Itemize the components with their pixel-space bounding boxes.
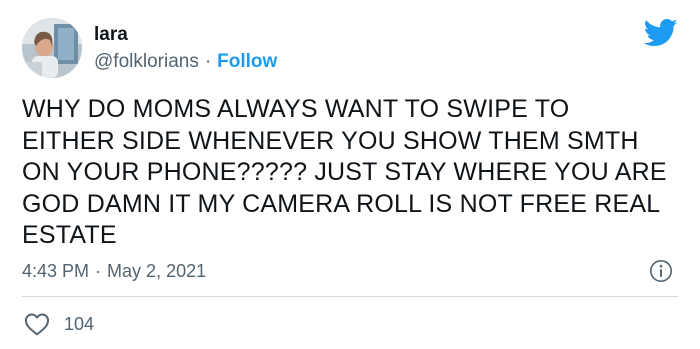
tweet-text-line: GOD DAMN IT MY CAMERA ROLL IS NOT FREE R… — [22, 189, 661, 218]
heart-icon[interactable] — [24, 312, 50, 336]
avatar-image — [22, 18, 82, 78]
tweet-text: WHY DO MOMS ALWAYS WANT TO SWIPE TO EITH… — [22, 94, 682, 252]
tweet-date[interactable]: May 2, 2021 — [107, 261, 206, 281]
timestamp-separator: · — [95, 261, 102, 281]
handle-row: @folklorians · Follow — [94, 51, 277, 73]
handle-separator: · — [204, 51, 212, 72]
tweet-text-line: ON YOUR PHONE????? JUST STAY WHERE YOU A… — [22, 158, 667, 186]
tweet-time[interactable]: 4:43 PM — [22, 261, 89, 281]
tweet-text-line: WHY DO MOMS ALWAYS WANT TO SWIPE TO — [22, 95, 570, 123]
info-icon[interactable] — [649, 259, 673, 283]
tweet-card: lara @folklorians · Follow WHY DO MOMS ALW… — [0, 0, 700, 349]
timestamp[interactable]: 4:43 PM · May 2, 2021 — [22, 260, 206, 282]
like-count: 104 — [64, 314, 95, 334]
divider — [22, 296, 678, 297]
author-name[interactable]: lara — [94, 24, 128, 46]
tweet-text-line: ESTATE — [22, 221, 117, 249]
follow-button[interactable]: Follow — [217, 51, 277, 72]
avatar[interactable] — [22, 18, 82, 78]
tweet-text-line: EITHER SIDE WHENEVER YOU SHOW THEM SMTH — [22, 126, 639, 155]
author-handle[interactable]: @folklorians — [94, 51, 199, 72]
twitter-bird-icon[interactable] — [644, 18, 678, 48]
like-button[interactable]: 104 — [22, 311, 94, 337]
